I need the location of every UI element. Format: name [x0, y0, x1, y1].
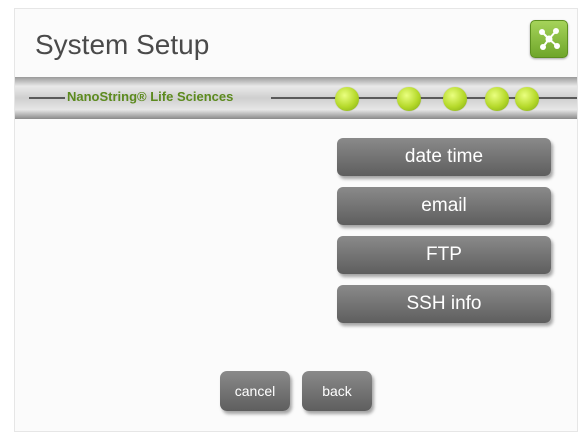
ftp-button[interactable]: FTP — [337, 236, 551, 274]
page-title: System Setup — [35, 29, 210, 60]
system-setup-screen: System Setup NanoString® Life Sciences d… — [14, 8, 578, 432]
progress-dot — [485, 87, 509, 111]
network-nodes-icon — [539, 28, 560, 50]
progress-dot — [397, 87, 421, 111]
logo-button[interactable] — [530, 20, 568, 58]
brand-banner: NanoString® Life Sciences — [15, 77, 577, 119]
date-time-button[interactable]: date time — [337, 138, 551, 176]
email-button[interactable]: email — [337, 187, 551, 225]
banner-line-left — [29, 97, 65, 99]
back-button[interactable]: back — [302, 371, 372, 411]
progress-dot — [335, 87, 359, 111]
progress-dot — [443, 87, 467, 111]
cancel-button[interactable]: cancel — [220, 371, 290, 411]
brand-label: NanoString® Life Sciences — [67, 89, 234, 104]
ssh-info-button[interactable]: SSH info — [337, 285, 551, 323]
progress-dot — [515, 87, 539, 111]
